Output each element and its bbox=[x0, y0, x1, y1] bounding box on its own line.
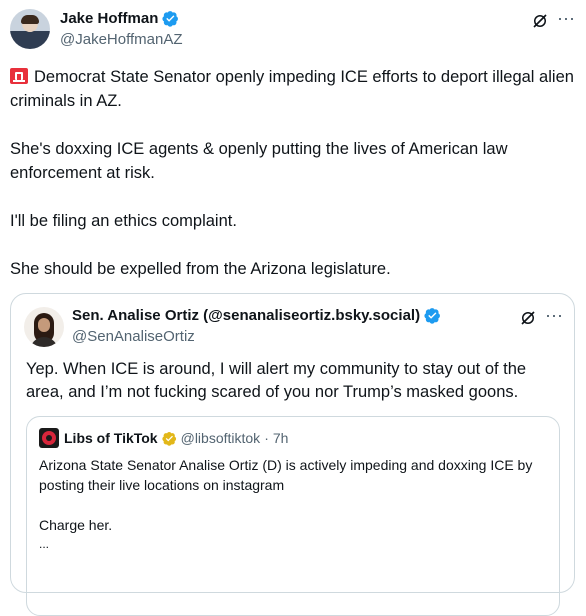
author-avatar[interactable] bbox=[10, 9, 50, 49]
nested-author-row[interactable]: Libs of TikTok @libsoftiktok · 7h bbox=[64, 430, 288, 446]
nested-timestamp[interactable]: 7h bbox=[273, 430, 289, 446]
more-options-icon[interactable]: ⋯ bbox=[545, 307, 564, 325]
quoted-author-name[interactable]: Sen. Analise Ortiz (@senanaliseortiz.bsk… bbox=[72, 307, 420, 324]
author-handle[interactable]: @JakeHoffmanAZ bbox=[60, 31, 183, 48]
nested-paragraph: Arizona State Senator Analise Ortiz (D) … bbox=[39, 457, 533, 493]
grok-icon[interactable] bbox=[531, 12, 549, 30]
more-options-icon[interactable]: ⋯ bbox=[557, 10, 576, 28]
rotating-light-icon bbox=[10, 67, 28, 84]
author-name[interactable]: Jake Hoffman bbox=[60, 10, 158, 27]
quoted-author-name-row[interactable]: Sen. Analise Ortiz (@senanaliseortiz.bsk… bbox=[72, 307, 441, 324]
nested-author-avatar[interactable] bbox=[39, 428, 59, 448]
tweet-paragraph: She's doxxing ICE agents & openly puttin… bbox=[10, 140, 508, 182]
verified-badge-icon bbox=[162, 11, 179, 27]
tweet-paragraph: I'll be filing an ethics complaint. bbox=[10, 212, 237, 230]
grok-icon[interactable] bbox=[519, 309, 537, 327]
nested-author-name[interactable]: Libs of TikTok bbox=[64, 430, 158, 446]
author-name-row[interactable]: Jake Hoffman bbox=[60, 10, 179, 27]
nested-paragraph: Charge her. bbox=[39, 517, 113, 533]
tweet-paragraph: She should be expelled from the Arizona … bbox=[10, 260, 391, 278]
nested-truncation-ellipsis: ... bbox=[39, 537, 50, 551]
tweet-text: Democrat State Senator openly impeding I… bbox=[10, 65, 575, 281]
verified-badge-icon bbox=[424, 308, 441, 324]
nested-quoted-tweet-text: Arizona State Senator Analise Ortiz (D) … bbox=[39, 455, 554, 535]
quoted-author-avatar[interactable] bbox=[24, 307, 64, 347]
nested-author-handle[interactable]: @libsoftiktok bbox=[181, 430, 261, 446]
nested-separator: · bbox=[264, 430, 269, 446]
quoted-author-handle[interactable]: @SenAnaliseOrtiz bbox=[72, 328, 195, 345]
tweet-paragraph: Democrat State Senator openly impeding I… bbox=[10, 67, 574, 110]
verified-gold-badge-icon bbox=[161, 431, 176, 446]
quoted-tweet-text: Yep. When ICE is around, I will alert my… bbox=[26, 360, 527, 401]
